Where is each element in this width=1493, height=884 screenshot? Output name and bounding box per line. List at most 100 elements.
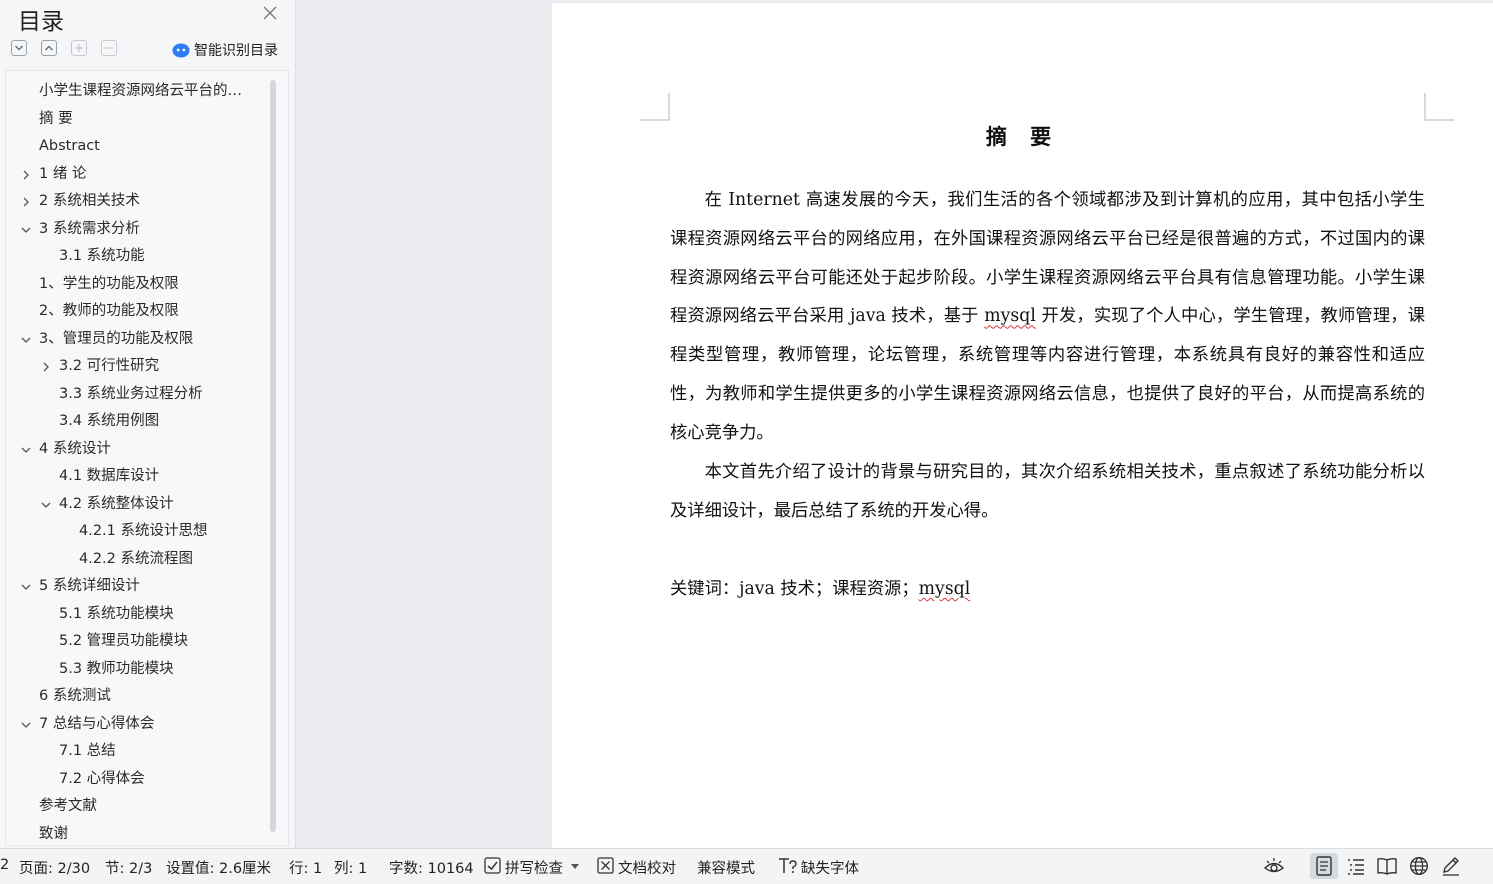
- toc-item[interactable]: 4 系统设计: [6, 436, 270, 464]
- toc-item[interactable]: 6 系统测试: [6, 683, 270, 711]
- page-view-icon: [1316, 856, 1332, 876]
- toc-item[interactable]: 4.2.2 系统流程图: [6, 546, 270, 574]
- web-view-icon[interactable]: [1409, 856, 1429, 876]
- status-page[interactable]: 页面: 2/30: [19, 857, 90, 878]
- missing-font-icon[interactable]: [778, 856, 798, 876]
- toc-item-label: 1、学生的功能及权限: [39, 275, 179, 292]
- chevron-right-icon[interactable]: [41, 362, 51, 372]
- status-col[interactable]: 列: 1: [334, 857, 367, 878]
- toc-item[interactable]: 2、教师的功能及权限: [6, 298, 270, 326]
- abstract-paragraph-1[interactable]: 在 Internet 高速发展的今天，我们生活的各个领域都涉及到计算机的应用，其…: [670, 181, 1425, 453]
- toc-scrollbar[interactable]: [270, 80, 276, 832]
- chevron-down-icon[interactable]: [21, 445, 31, 455]
- chevron-right-icon[interactable]: [21, 170, 31, 180]
- toc-item-label: 7.2 心得体会: [59, 770, 145, 787]
- pen-icon[interactable]: [1441, 856, 1461, 876]
- spell-check-icon[interactable]: [484, 857, 501, 874]
- eye-protect-icon[interactable]: [1263, 856, 1285, 876]
- toc-item[interactable]: 小学生课程资源网络云平台的…: [6, 78, 270, 106]
- toc-item-label: 4.2.2 系统流程图: [79, 550, 194, 567]
- expand-all-icon[interactable]: [41, 40, 57, 56]
- toc-item[interactable]: 致谢: [6, 821, 270, 849]
- status-word-count[interactable]: 字数: 10164: [389, 857, 474, 878]
- status-row[interactable]: 行: 1: [289, 857, 322, 878]
- toc-item-label: 参考文献: [39, 798, 97, 814]
- wps-writer-window: 目录 智能识别目录 小学生课程资源网络云平台的… 摘 要 Abstract 1 绪 论…: [0, 0, 1493, 884]
- toc-item-label: 4.2.1 系统设计思想: [79, 523, 208, 539]
- toc-item-label: 7.1 总结: [59, 743, 116, 759]
- toc-item[interactable]: 1、学生的功能及权限: [6, 271, 270, 299]
- toc-item[interactable]: 参考文献: [6, 793, 270, 821]
- toc-item[interactable]: 5 系统详细设计: [6, 573, 270, 601]
- toc-item[interactable]: 7 总结与心得体会: [6, 711, 270, 739]
- toc-item-label: 1 绪 论: [39, 165, 87, 182]
- chevron-down-icon[interactable]: [571, 864, 579, 870]
- toc-item-label: 小学生课程资源网络云平台的…: [39, 83, 242, 99]
- smart-toc-button[interactable]: 智能识别目录: [172, 40, 278, 60]
- chevron-down-icon[interactable]: [21, 335, 31, 345]
- toc-list: 小学生课程资源网络云平台的… 摘 要 Abstract 1 绪 论 2 系统相关技术 3 …: [6, 78, 270, 848]
- toc-item[interactable]: 摘 要: [6, 106, 270, 134]
- toc-item-label: 5.3 教师功能模块: [59, 660, 174, 677]
- misspelled-word[interactable]: mysql: [984, 306, 1036, 326]
- status-edge-digit: 2: [0, 857, 10, 873]
- chevron-down-icon[interactable]: [21, 225, 31, 235]
- chevron-down-icon[interactable]: [21, 720, 31, 730]
- close-icon[interactable]: [262, 5, 278, 21]
- chevron-right-icon[interactable]: [21, 197, 31, 207]
- toc-item[interactable]: 5.2 管理员功能模块: [6, 628, 270, 656]
- toc-item[interactable]: 3.3 系统业务过程分析: [6, 381, 270, 409]
- status-bar: 2 页面: 2/30 节: 2/3 设置值: 2.6厘米 行: 1 列: 1 字…: [0, 848, 1493, 884]
- toc-item-label: 2 系统相关技术: [39, 193, 140, 209]
- add-level-icon[interactable]: [71, 40, 87, 56]
- toc-item[interactable]: 1 绪 论: [6, 161, 270, 189]
- toc-item-label: 3 系统需求分析: [39, 220, 140, 237]
- toc-item[interactable]: 5.3 教师功能模块: [6, 656, 270, 684]
- toc-item[interactable]: 3.1 系统功能: [6, 243, 270, 271]
- doc-proof-button[interactable]: 文档校对: [618, 857, 676, 878]
- reading-view-icon[interactable]: [1377, 856, 1397, 876]
- chevron-down-icon[interactable]: [21, 582, 31, 592]
- abstract-paragraph-2[interactable]: 本文首先介绍了设计的背景与研究目的，其次介绍系统相关技术，重点叙述了系统功能分析…: [670, 453, 1425, 531]
- toc-item-label: 5 系统详细设计: [39, 578, 140, 594]
- document-page[interactable]: 摘 要 在 Internet 高速发展的今天，我们生活的各个领域都涉及到计算机的…: [552, 3, 1493, 848]
- misspelled-word[interactable]: mysql: [919, 579, 971, 599]
- status-section[interactable]: 节: 2/3: [105, 857, 152, 878]
- toc-item[interactable]: 3 系统需求分析: [6, 216, 270, 244]
- status-setting[interactable]: 设置值: 2.6厘米: [166, 857, 271, 878]
- toc-item[interactable]: 3、管理员的功能及权限: [6, 326, 270, 354]
- toc-item-label: 2、教师的功能及权限: [39, 303, 179, 319]
- toc-item[interactable]: 4.1 数据库设计: [6, 463, 270, 491]
- toc-item-label: 3.1 系统功能: [59, 248, 145, 264]
- toc-item-label: 致谢: [39, 825, 68, 842]
- smart-toc-label: 智能识别目录: [194, 43, 278, 59]
- ai-cloud-icon: [172, 43, 190, 58]
- toc-item-label: 4 系统设计: [39, 440, 111, 457]
- collapse-all-icon[interactable]: [11, 40, 27, 56]
- toc-item[interactable]: 7.1 总结: [6, 738, 270, 766]
- outline-view-icon[interactable]: [1346, 856, 1366, 876]
- toc-item[interactable]: 4.2.1 系统设计思想: [6, 518, 270, 546]
- margin-corner-mark: [640, 93, 670, 121]
- spell-check-button[interactable]: 拼写检查: [505, 857, 563, 878]
- toc-item[interactable]: 7.2 心得体会: [6, 766, 270, 794]
- toc-item[interactable]: 2 系统相关技术: [6, 188, 270, 216]
- toc-item[interactable]: 5.1 系统功能模块: [6, 601, 270, 629]
- toc-item[interactable]: 3.4 系统用例图: [6, 408, 270, 436]
- chevron-down-icon[interactable]: [41, 500, 51, 510]
- toc-item-label: 4.1 数据库设计: [59, 468, 160, 484]
- doc-proof-icon[interactable]: [597, 857, 614, 874]
- keywords-text: 关键词：java 技术；课程资源；: [670, 579, 919, 599]
- toc-item[interactable]: 3.2 可行性研究: [6, 353, 270, 381]
- keywords-line[interactable]: 关键词：java 技术；课程资源；mysql: [670, 570, 970, 608]
- toc-item-label: 6 系统测试: [39, 688, 111, 704]
- toc-item-label: 5.2 管理员功能模块: [59, 633, 189, 649]
- toc-item-label: 3.3 系统业务过程分析: [59, 385, 203, 402]
- toc-item[interactable]: Abstract: [6, 133, 270, 161]
- compat-mode-button[interactable]: 兼容模式: [697, 857, 755, 878]
- sidebar-title: 目录: [18, 9, 64, 35]
- remove-level-icon[interactable]: [101, 40, 117, 56]
- toc-item[interactable]: 4.2 系统整体设计: [6, 491, 270, 519]
- page-view-button[interactable]: [1310, 853, 1338, 879]
- missing-font-button[interactable]: 缺失字体: [801, 857, 859, 878]
